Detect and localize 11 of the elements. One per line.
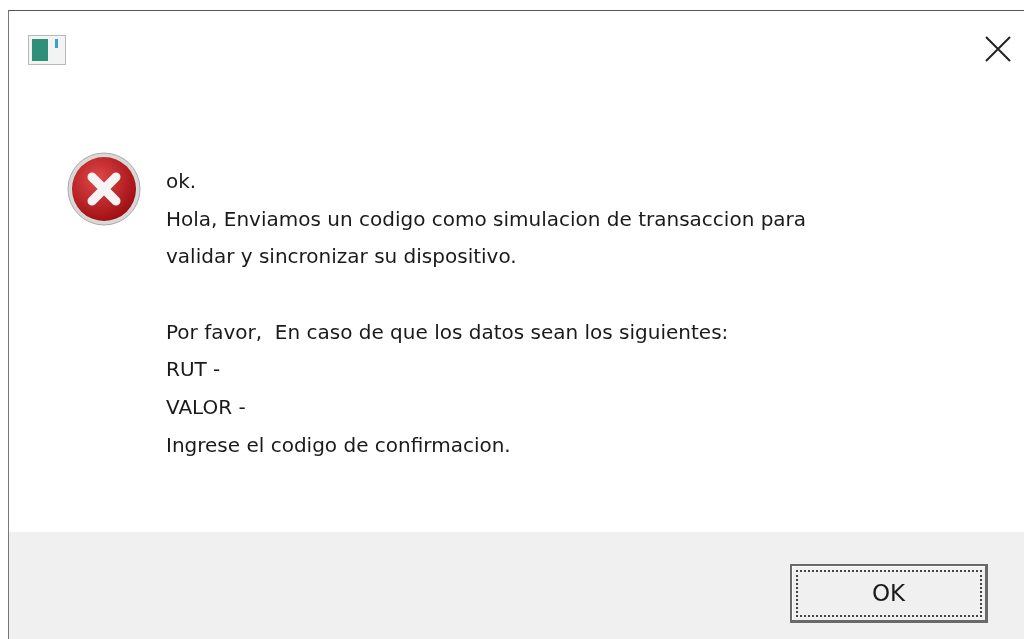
error-icon	[66, 151, 142, 227]
message-text: RUT -	[166, 356, 222, 384]
message-text: ok.	[166, 168, 198, 195]
message-text: Por favor, En caso de que los datos sean los siguientes:	[166, 318, 730, 346]
close-icon[interactable]	[985, 36, 1011, 62]
app-icon	[28, 35, 66, 65]
message-text: VALOR -	[166, 394, 247, 422]
message-text: Ingrese el codigo de confirmacion.	[166, 431, 512, 459]
message-text: Hola, Enviamos un codigo como simulacion de transaccion para	[166, 205, 807, 233]
ok-button[interactable]: OK	[790, 564, 988, 623]
message-text: validar y sincronizar su dispositivo.	[166, 243, 518, 271]
